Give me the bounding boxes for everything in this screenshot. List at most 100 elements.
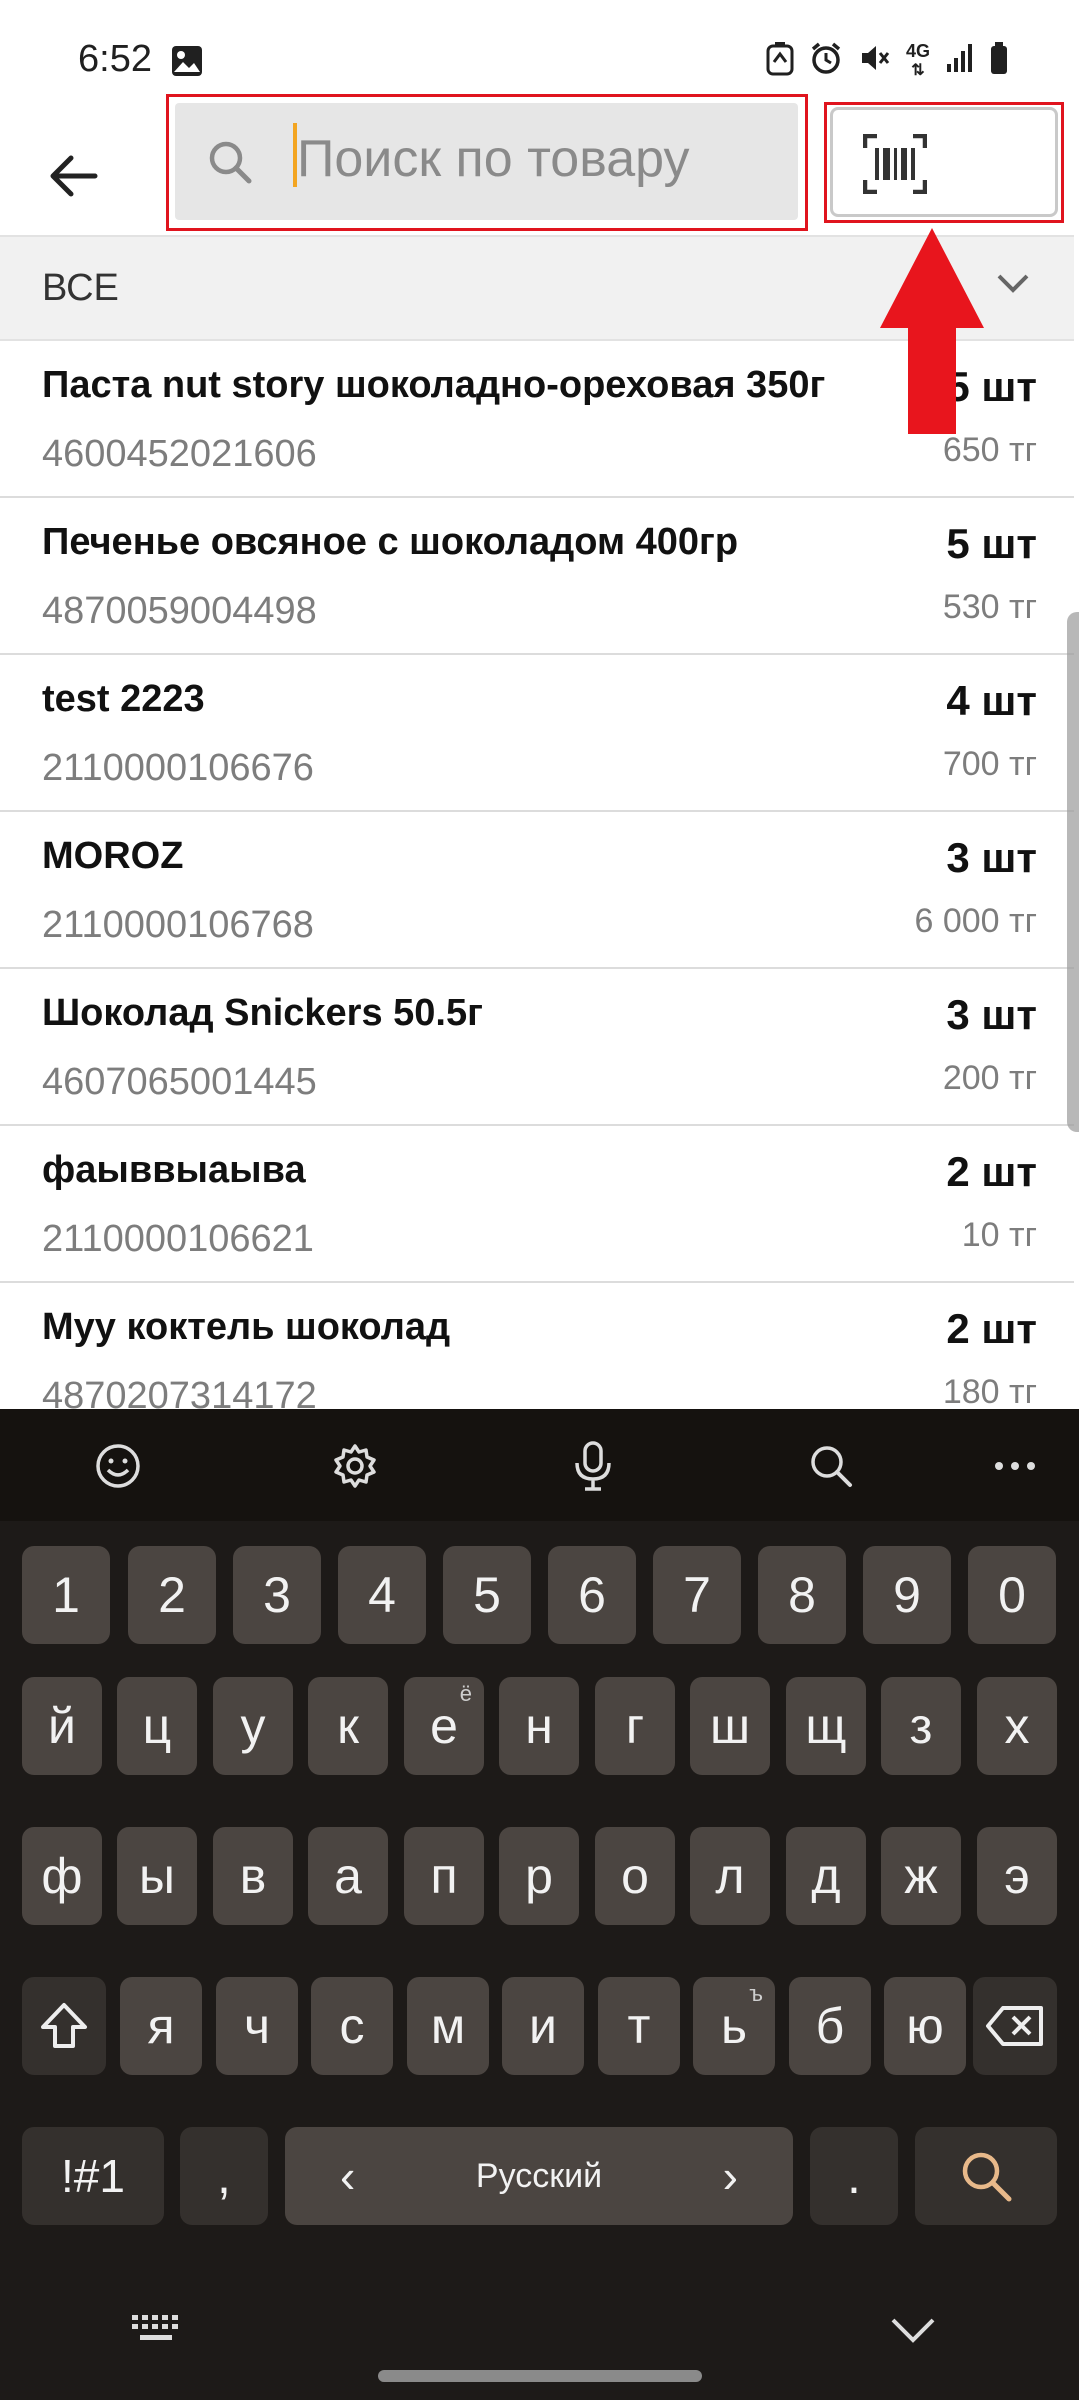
- key-letter[interactable]: ж: [881, 1827, 961, 1925]
- search-header: Поиск по товару: [0, 94, 1079, 235]
- product-quantity: 3 шт: [946, 991, 1037, 1038]
- key-letter[interactable]: в: [213, 1827, 293, 1925]
- product-barcode: 2110000106676: [42, 747, 314, 789]
- product-search-input[interactable]: Поиск по товару: [175, 103, 798, 220]
- shift-arrow-icon: [41, 2003, 87, 2048]
- keyboard-language-label: Русский: [475, 2156, 603, 2195]
- barcode-scan-button[interactable]: [830, 107, 1058, 217]
- back-button[interactable]: [34, 131, 114, 221]
- search-icon: [207, 139, 253, 190]
- comma-key[interactable]: ,: [180, 2127, 268, 2225]
- keyboard-row-2: ф ы в а п р о л д ж э: [0, 1827, 1079, 1925]
- key-letter[interactable]: у: [213, 1677, 293, 1775]
- key-letter[interactable]: ю: [884, 1977, 966, 2075]
- product-list: Паста nut story шоколадно-ореховая 350г …: [0, 341, 1074, 1409]
- list-item[interactable]: фаыввыаыва 2110000106621 2 шт 10 тг: [0, 1126, 1074, 1283]
- key-8[interactable]: 8: [758, 1546, 846, 1644]
- keyboard-switch-icon[interactable]: [130, 2313, 184, 2352]
- search-action-key[interactable]: [915, 2127, 1057, 2225]
- shift-key[interactable]: [22, 1977, 106, 2075]
- list-item[interactable]: Печенье овсяное с шоколадом 400гр 487005…: [0, 498, 1074, 655]
- product-barcode: 4607065001445: [42, 1061, 317, 1103]
- product-name: Печенье овсяное с шоколадом 400гр: [42, 521, 739, 563]
- key-letter[interactable]: ф: [22, 1827, 102, 1925]
- key-letter[interactable]: а: [308, 1827, 388, 1925]
- key-0[interactable]: 0: [968, 1546, 1056, 1644]
- key-letter[interactable]: л: [690, 1827, 770, 1925]
- list-item[interactable]: test 2223 2110000106676 4 шт 700 тг: [0, 655, 1074, 812]
- list-item[interactable]: MOROZ 2110000106768 3 шт 6 000 тг: [0, 812, 1074, 969]
- product-price: 700 тг: [942, 745, 1037, 783]
- key-letter[interactable]: й: [22, 1677, 102, 1775]
- key-letter[interactable]: ч: [216, 1977, 298, 2075]
- key-4[interactable]: 4: [338, 1546, 426, 1644]
- key-letter[interactable]: э: [977, 1827, 1057, 1925]
- key-letter[interactable]: б: [789, 1977, 871, 2075]
- emoji-icon: [96, 1444, 140, 1488]
- search-placeholder: Поиск по товару: [297, 130, 690, 188]
- product-barcode: 4870059004498: [42, 590, 317, 632]
- keyboard-bottom-row: !#1 , ‹ Русский › .: [0, 2127, 1079, 2225]
- key-letter[interactable]: з: [881, 1677, 961, 1775]
- space-bar[interactable]: ‹ Русский ›: [285, 2127, 793, 2225]
- voice-input-button[interactable]: [553, 1431, 633, 1501]
- key-9[interactable]: 9: [863, 1546, 951, 1644]
- key-1[interactable]: 1: [22, 1546, 110, 1644]
- key-letter[interactable]: т: [598, 1977, 680, 2075]
- on-screen-keyboard: 1 2 3 4 5 6 7 8 9 0 й ц у к её н г ш щ з…: [0, 1409, 1079, 2400]
- key-letter[interactable]: я: [120, 1977, 202, 2075]
- period-key[interactable]: .: [810, 2127, 898, 2225]
- scroll-handle[interactable]: [1067, 612, 1079, 1132]
- list-item[interactable]: Шоколад Snickers 50.5г 4607065001445 3 ш…: [0, 969, 1074, 1126]
- key-letter-label: ь: [720, 1998, 748, 2054]
- key-6[interactable]: 6: [548, 1546, 636, 1644]
- product-name: фаыввыаыва: [42, 1149, 306, 1191]
- system-nav-bar: [0, 2275, 1079, 2400]
- product-name: Муу коктель шоколад: [42, 1306, 451, 1348]
- barcode-icon: [863, 134, 927, 194]
- key-letter-soft-sign[interactable]: ьъ: [693, 1977, 775, 2075]
- key-letter[interactable]: д: [786, 1827, 866, 1925]
- key-letter[interactable]: р: [499, 1827, 579, 1925]
- emoji-button[interactable]: [78, 1431, 158, 1501]
- more-options-button[interactable]: [975, 1431, 1055, 1501]
- product-price: 180 тг: [942, 1373, 1037, 1409]
- key-letter[interactable]: п: [404, 1827, 484, 1925]
- key-letter[interactable]: ш: [690, 1677, 770, 1775]
- product-quantity: 2 шт: [946, 1305, 1037, 1352]
- home-gesture-bar[interactable]: [378, 2370, 702, 2382]
- product-name: MOROZ: [42, 835, 184, 877]
- key-letter[interactable]: о: [595, 1827, 675, 1925]
- symbols-key[interactable]: !#1: [22, 2127, 164, 2225]
- key-letter[interactable]: х: [977, 1677, 1057, 1775]
- keyboard-row-1: й ц у к её н г ш щ з х: [0, 1677, 1079, 1775]
- network-type-label: 4G: [905, 40, 930, 61]
- space-right-arrow: ›: [722, 2150, 738, 2202]
- keyboard-settings-button[interactable]: [315, 1431, 395, 1501]
- key-letter[interactable]: к: [308, 1677, 388, 1775]
- key-7[interactable]: 7: [653, 1546, 741, 1644]
- key-hint: ъ: [749, 1981, 763, 2006]
- product-name: test 2223: [42, 678, 205, 720]
- key-5[interactable]: 5: [443, 1546, 531, 1644]
- key-letter[interactable]: м: [407, 1977, 489, 2075]
- key-letter[interactable]: и: [502, 1977, 584, 2075]
- product-quantity: 3 шт: [946, 834, 1037, 881]
- backspace-icon: [986, 2006, 1043, 2046]
- key-letter[interactable]: г: [595, 1677, 675, 1775]
- key-2[interactable]: 2: [128, 1546, 216, 1644]
- list-item[interactable]: Муу коктель шоколад 4870207314172 2 шт 1…: [0, 1283, 1074, 1409]
- key-letter[interactable]: щ: [786, 1677, 866, 1775]
- key-letter[interactable]: с: [311, 1977, 393, 2075]
- backspace-key[interactable]: [973, 1977, 1057, 2075]
- hide-keyboard-chevron-icon[interactable]: [890, 2317, 936, 2350]
- keyboard-search-button[interactable]: [791, 1431, 871, 1501]
- key-hint: ё: [459, 1681, 472, 1706]
- key-letter-e[interactable]: её: [404, 1677, 484, 1775]
- microphone-icon: [575, 1441, 611, 1491]
- key-letter[interactable]: ц: [117, 1677, 197, 1775]
- key-3[interactable]: 3: [233, 1546, 321, 1644]
- product-name: Паста nut story шоколадно-ореховая 350г: [42, 364, 826, 406]
- key-letter[interactable]: ы: [117, 1827, 197, 1925]
- key-letter[interactable]: н: [499, 1677, 579, 1775]
